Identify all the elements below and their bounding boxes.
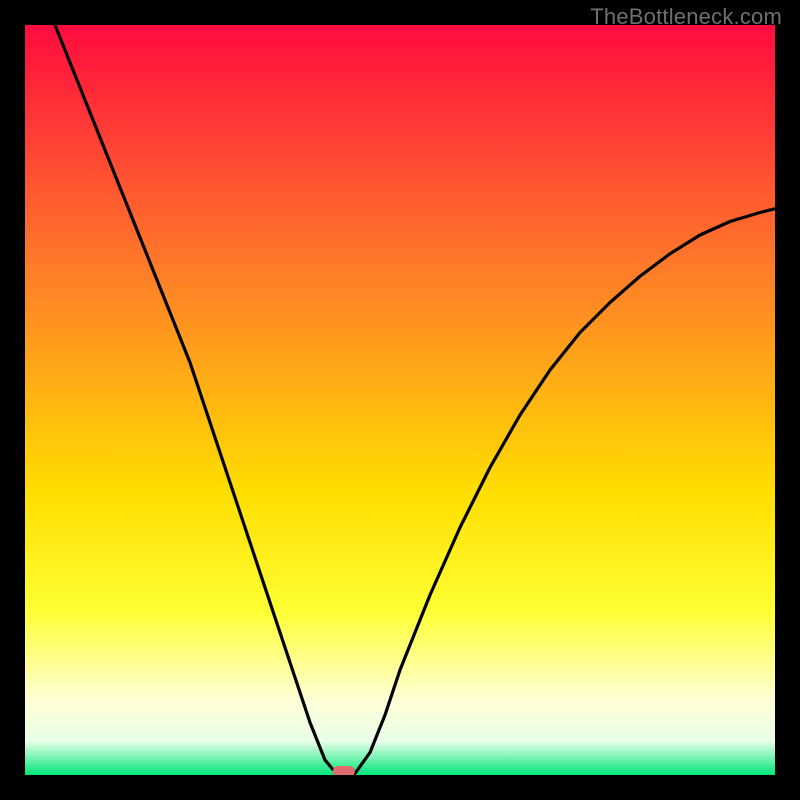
plot-area — [25, 25, 775, 775]
chart-svg — [25, 25, 775, 775]
chart-frame: TheBottleneck.com — [0, 0, 800, 800]
gradient-bg — [25, 25, 775, 775]
notch-marker — [333, 766, 355, 775]
